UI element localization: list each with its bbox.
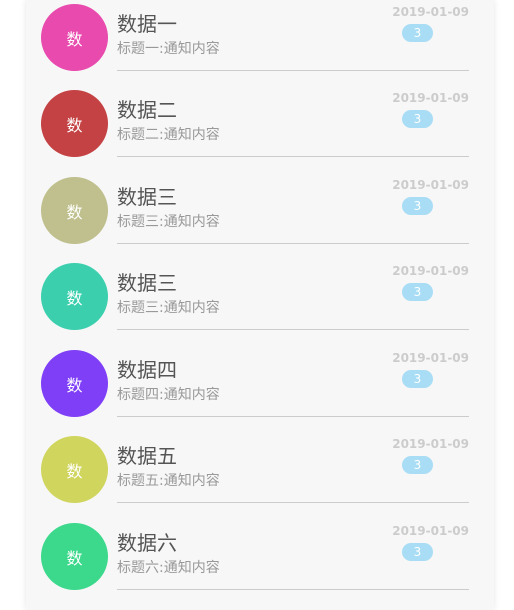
avatar: 数 [41,90,108,157]
item-title: 数据二 [117,98,177,122]
item-title: 数据六 [117,531,177,555]
item-subtitle: 标题三:通知内容 [117,300,220,316]
avatar: 数 [41,263,108,330]
item-title: 数据五 [117,444,177,468]
avatar: 数 [41,436,108,503]
item-subtitle: 标题一:通知内容 [117,41,220,57]
count-badge: 3 [402,110,433,128]
item-date: 2019-01-09 [392,351,469,365]
list-item[interactable]: 数 数据六 标题六:通知内容 2019-01-09 3 [26,500,494,590]
list-item[interactable]: 数 数据五 标题五:通知内容 2019-01-09 3 [26,413,494,503]
item-title: 数据一 [117,12,177,36]
list-item[interactable]: 数 数据三 标题三:通知内容 2019-01-09 3 [26,154,494,244]
avatar: 数 [41,177,108,244]
count-badge: 3 [402,370,433,388]
list-item[interactable]: 数 数据四 标题四:通知内容 2019-01-09 3 [26,327,494,417]
count-badge: 3 [402,543,433,561]
item-subtitle: 标题三:通知内容 [117,214,220,230]
avatar: 数 [41,4,108,71]
item-date: 2019-01-09 [392,5,469,19]
notification-list: 数 数据一 标题一:通知内容 2019-01-09 3 数 数据二 标题二:通知… [26,0,494,610]
item-subtitle: 标题五:通知内容 [117,473,220,489]
list-item[interactable]: 数 数据二 标题二:通知内容 2019-01-09 3 [26,67,494,157]
count-badge: 3 [402,456,433,474]
item-subtitle: 标题六:通知内容 [117,560,220,576]
page: 数 数据一 标题一:通知内容 2019-01-09 3 数 数据二 标题二:通知… [0,0,514,610]
item-title: 数据三 [117,271,177,295]
count-badge: 3 [402,197,433,215]
item-date: 2019-01-09 [392,264,469,278]
item-date: 2019-01-09 [392,91,469,105]
count-badge: 3 [402,283,433,301]
item-subtitle: 标题二:通知内容 [117,127,220,143]
item-date: 2019-01-09 [392,437,469,451]
item-title: 数据四 [117,358,177,382]
list-item[interactable]: 数 数据三 标题三:通知内容 2019-01-09 3 [26,240,494,330]
item-title: 数据三 [117,185,177,209]
item-subtitle: 标题四:通知内容 [117,387,220,403]
item-date: 2019-01-09 [392,178,469,192]
item-date: 2019-01-09 [392,524,469,538]
count-badge: 3 [402,24,433,42]
avatar: 数 [41,350,108,417]
list-item[interactable]: 数 数据一 标题一:通知内容 2019-01-09 3 [26,0,494,71]
divider [117,589,469,590]
avatar: 数 [41,523,108,590]
